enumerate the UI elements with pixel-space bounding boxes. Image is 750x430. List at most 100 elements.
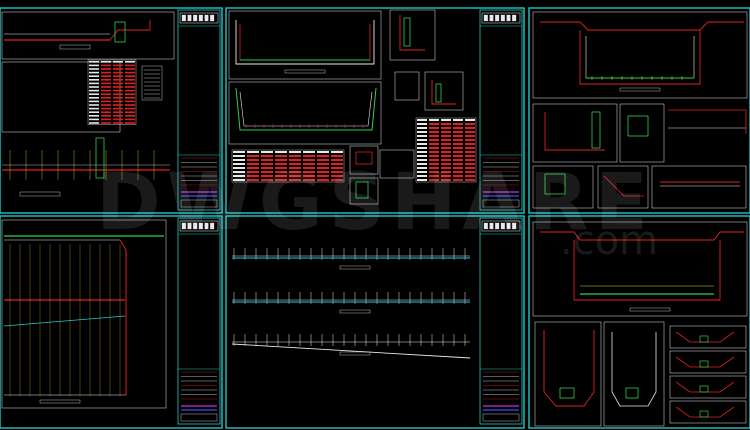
title-block-logo-letter (187, 222, 192, 230)
data-table-cell (89, 122, 99, 124)
data-table-cell (261, 159, 273, 161)
data-table-cell (417, 123, 427, 125)
data-table-cell (465, 119, 475, 121)
data-table-cell (317, 159, 329, 161)
data-table-cell (429, 119, 439, 121)
sheet-frame (0, 215, 223, 429)
data-table-cell (317, 175, 329, 177)
data-table-cell (261, 175, 273, 177)
title-block-logo-letter (210, 222, 215, 230)
data-table-cell (429, 143, 439, 145)
data-table-cell (453, 171, 463, 173)
title-block-logo-letter (210, 14, 215, 22)
data-table-cell (89, 93, 99, 95)
data-table-cell (429, 127, 439, 129)
data-table-cell (331, 159, 343, 161)
data-table-cell (89, 118, 99, 121)
data-table-cell (113, 93, 123, 95)
data-table-cell (247, 179, 259, 181)
data-table-cell (289, 155, 301, 157)
data-table-cell (417, 151, 427, 153)
data-table-cell (101, 104, 111, 106)
title-block-logo-letter (181, 222, 186, 230)
data-table-cell (465, 163, 475, 165)
data-table-cell (101, 97, 111, 99)
data-table-cell (289, 151, 301, 153)
data-table-cell (125, 68, 135, 70)
data-table-cell (89, 64, 99, 67)
title-block-logo-letter (204, 14, 209, 22)
title-block-logo-letter (483, 14, 488, 22)
data-table-cell (233, 179, 245, 181)
data-table-cell (465, 151, 475, 153)
data-table-cell (429, 179, 439, 181)
data-table-cell (113, 71, 123, 74)
cad-sheet-2 (225, 7, 525, 214)
data-table-cell (429, 155, 439, 157)
data-table-cell (429, 151, 439, 153)
data-table-cell (247, 151, 259, 153)
data-table-cell (453, 147, 463, 149)
data-table-cell (275, 151, 287, 153)
title-block-logo-letter (500, 222, 505, 230)
data-table-cell (317, 167, 329, 169)
data-table-cell (125, 104, 135, 106)
data-table-cell (289, 167, 301, 169)
data-table-cell (465, 147, 475, 149)
data-table-cell (113, 111, 123, 113)
data-table-cell (275, 159, 287, 161)
data-table-cell (331, 167, 343, 169)
data-table-cell (417, 175, 427, 177)
data-table-cell (441, 119, 451, 121)
data-table-cell (303, 171, 315, 173)
data-table-cell (275, 179, 287, 181)
data-table-cell (261, 179, 273, 181)
data-table-cell (429, 131, 439, 133)
data-table-cell (233, 171, 245, 173)
data-table-cell (453, 135, 463, 137)
data-table-cell (113, 100, 123, 103)
title-block-logo-letter (193, 222, 198, 230)
data-table-cell (417, 167, 427, 169)
data-table-cell (417, 143, 427, 145)
data-table-cell (89, 79, 99, 81)
data-table-cell (101, 100, 111, 103)
data-table-cell (453, 131, 463, 133)
data-table-cell (441, 163, 451, 165)
data-table-cell (101, 89, 111, 92)
data-table-cell (89, 104, 99, 106)
data-table-cell (441, 147, 451, 149)
data-table-cell (261, 171, 273, 173)
data-table-cell (303, 179, 315, 181)
data-table-cell (465, 159, 475, 161)
cad-drawing-canvas[interactable] (0, 0, 750, 430)
data-table-cell (441, 159, 451, 161)
title-block-logo-letter (193, 14, 198, 22)
data-table-cell (125, 86, 135, 88)
data-table-cell (417, 159, 427, 161)
title-block-logo-letter (512, 14, 517, 22)
data-table-cell (113, 86, 123, 88)
data-table-cell (125, 111, 135, 113)
data-table-cell (453, 139, 463, 141)
sheet-frame (225, 215, 525, 429)
title-block-logo-letter (198, 222, 203, 230)
title-block-logo-letter (198, 14, 203, 22)
data-table-cell (441, 123, 451, 125)
data-table-cell (261, 155, 273, 157)
data-table-cell (101, 64, 111, 67)
data-table-cell (331, 163, 343, 165)
data-table-cell (247, 171, 259, 173)
data-table-cell (125, 122, 135, 124)
data-table-cell (303, 155, 315, 157)
data-table-cell (233, 163, 245, 165)
title-block-logo-letter (500, 14, 505, 22)
title-block-logo-letter (506, 222, 511, 230)
data-table-cell (101, 75, 111, 77)
data-table-cell (317, 155, 329, 157)
data-table-cell (417, 171, 427, 173)
data-table-cell (89, 71, 99, 74)
data-table-cell (417, 147, 427, 149)
data-table-cell (453, 159, 463, 161)
data-table-cell (453, 119, 463, 121)
